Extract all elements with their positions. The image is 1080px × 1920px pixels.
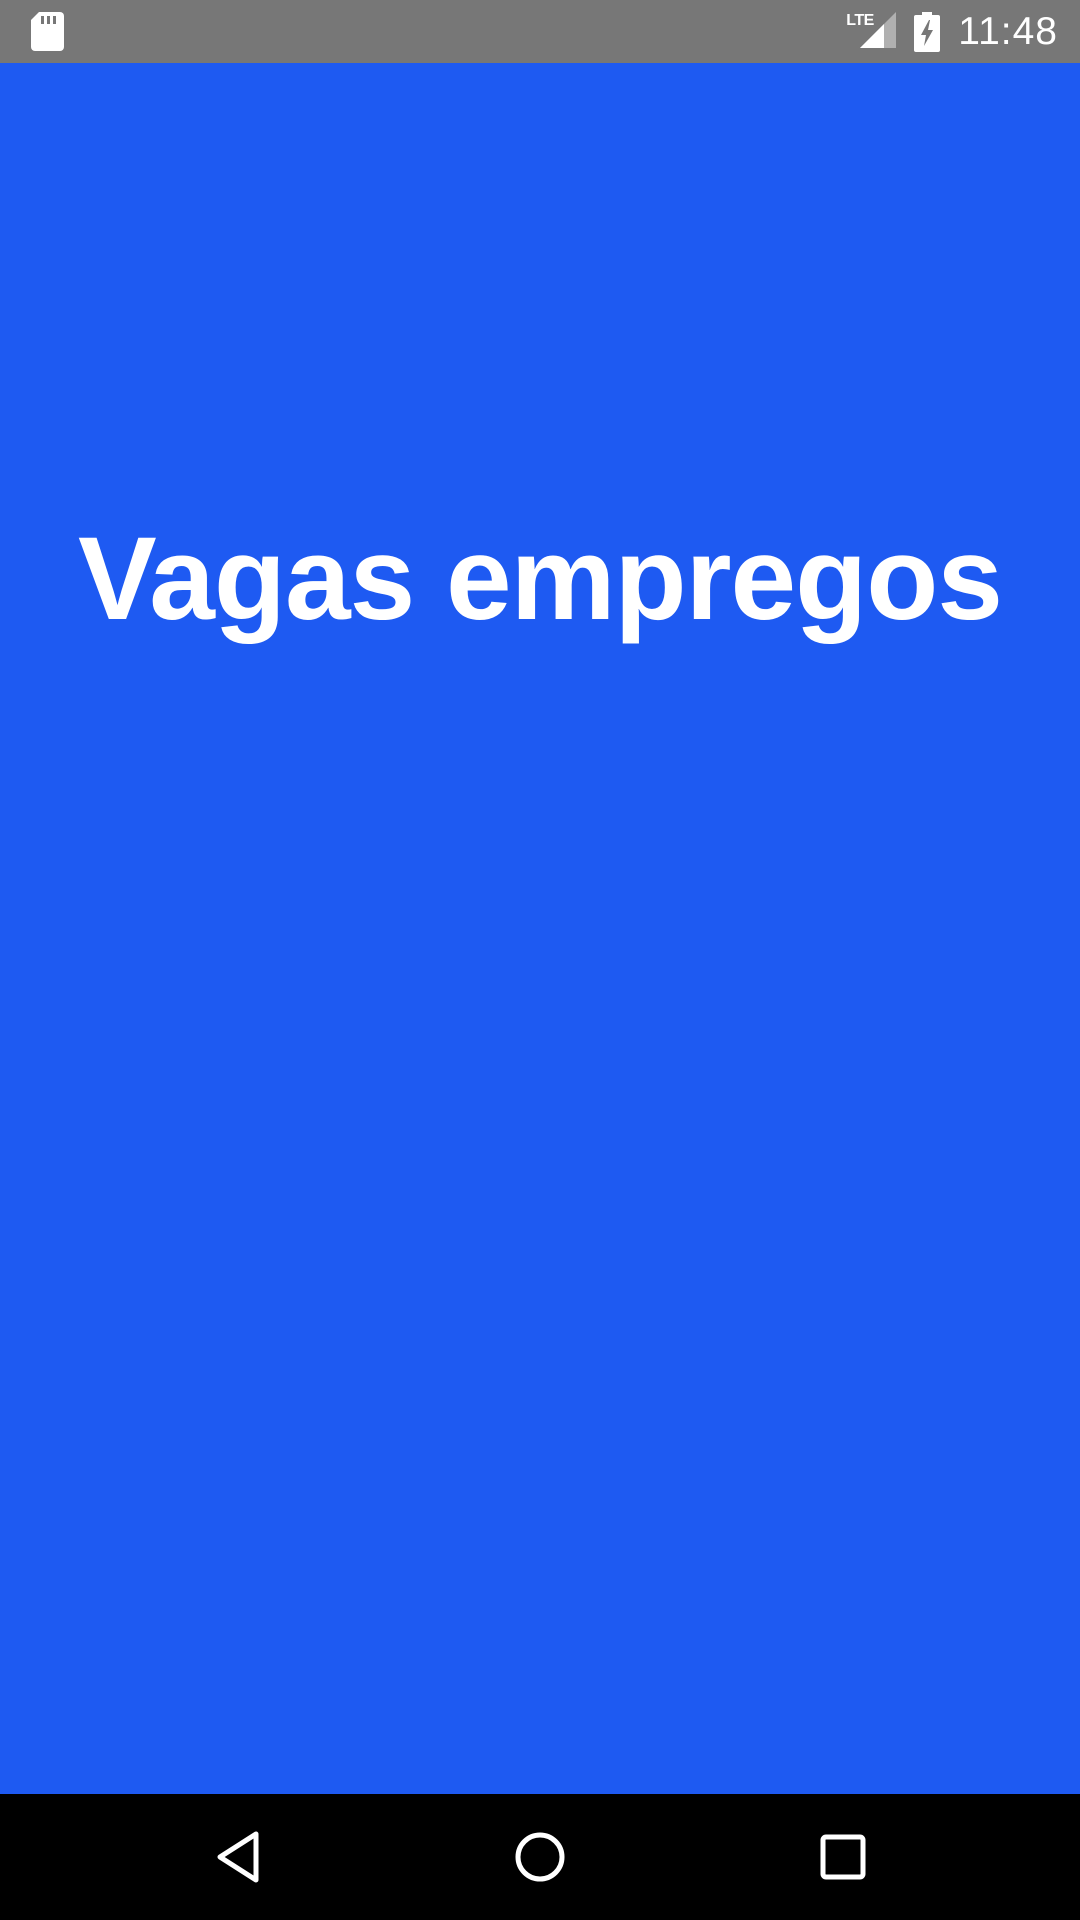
status-clock: 11:48 [958,9,1058,53]
navigation-bar [0,1794,1080,1920]
cell-signal-icon: LTE [846,10,897,54]
signal-bars-icon [860,11,897,48]
status-bar-right: LTE 11:48 [846,10,1080,54]
back-button[interactable] [208,1827,268,1887]
recents-button[interactable] [813,1827,873,1887]
back-triangle-icon [217,1831,259,1883]
status-bar: LTE 11:48 [0,0,1080,63]
screen: LTE 11:48 Vagas empregos [0,0,1080,1920]
status-bar-left [0,12,64,51]
home-button[interactable] [510,1827,570,1887]
sd-card-icon [31,12,64,51]
app-title: Vagas empregos [78,513,1003,645]
battery-charging-icon [914,11,941,52]
home-circle-icon [515,1832,565,1882]
recents-square-icon [820,1834,866,1880]
main-content: Vagas empregos [0,63,1080,1794]
